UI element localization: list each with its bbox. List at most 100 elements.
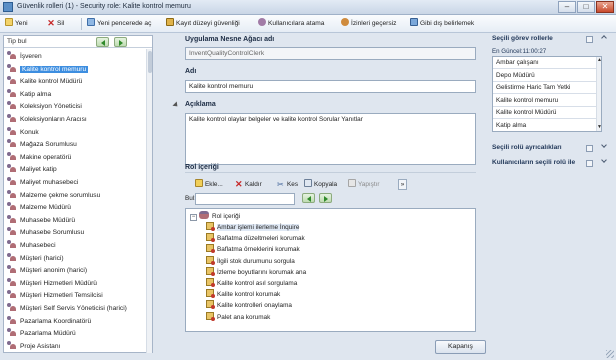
- duty-role-item[interactable]: Depo Müdürü: [493, 70, 596, 82]
- role-list-item[interactable]: İşveren: [7, 51, 144, 61]
- role-list-item[interactable]: Proje Asistanı: [7, 340, 144, 351]
- privilege-icon: [206, 311, 215, 321]
- role-list-item[interactable]: Muhasebeci: [7, 240, 144, 250]
- role-list-item[interactable]: Katip alma: [7, 88, 144, 99]
- collapse-description-icon[interactable]: [172, 101, 180, 109]
- close-window-button[interactable]: ✕: [596, 1, 614, 13]
- set-external-button[interactable]: Gibi dış belirlemek: [410, 18, 474, 30]
- role-list-item[interactable]: Konuk: [7, 126, 144, 137]
- role-list-item[interactable]: Pazarlama Müdürü: [7, 328, 144, 338]
- tree-item[interactable]: Palet ana korumak: [206, 311, 270, 322]
- last-updated-text: En Güncel:11:00:27: [492, 48, 547, 55]
- copy-label: Kopyala: [314, 181, 338, 188]
- paste-button[interactable]: Yapıştır: [348, 179, 380, 190]
- remove-button[interactable]: ✕ Kaldır: [235, 179, 262, 190]
- role-list-item[interactable]: Kalite kontrol Müdürü: [7, 76, 144, 86]
- more-actions-button[interactable]: »: [398, 179, 407, 190]
- duty-role-item[interactable]: Ambar çalışanı: [493, 57, 596, 69]
- find-next-button[interactable]: [319, 193, 332, 203]
- aot-name-field[interactable]: InventQualityControlClerk: [185, 47, 476, 60]
- role-icon: [7, 277, 17, 286]
- chevron-down-icon[interactable]: [601, 157, 607, 163]
- role-content-toolbar: Ekle... ✕ Kaldır ✂ Kes Kopyala Yapıştır »: [185, 178, 476, 191]
- role-icon: [7, 265, 17, 274]
- new-button[interactable]: Yeni: [5, 18, 28, 30]
- scroll-down-icon[interactable]: ▼: [597, 125, 601, 130]
- role-list-item[interactable]: Muhasebe Sorumlusu: [7, 227, 144, 237]
- role-list-item-label: Müşteri Hizmetleri Temsilcisi: [20, 292, 103, 300]
- previous-button[interactable]: [96, 37, 109, 47]
- role-list-item[interactable]: Müşteri anonim (harici): [7, 265, 144, 275]
- panel-options-icon[interactable]: [586, 36, 593, 43]
- duty-role-item[interactable]: Kalite kontrol Müdürü: [493, 107, 596, 119]
- duty-role-item[interactable]: Kalite kontrol memuru: [493, 95, 596, 107]
- tree-root[interactable]: − Rol içeriği: [190, 211, 240, 221]
- role-list-item[interactable]: Mağaza Sorumlusu: [7, 139, 144, 149]
- tree-expander-icon[interactable]: −: [190, 214, 197, 221]
- role-list-scrollbar[interactable]: [146, 49, 152, 353]
- role-icon: [7, 252, 17, 261]
- role-list-item[interactable]: Müşteri Hizmetleri Müdürü: [7, 277, 144, 288]
- duty-list-scrollbar[interactable]: ▲ ▼: [596, 57, 601, 131]
- role-list-item[interactable]: Müşteri (harici): [7, 252, 144, 263]
- name-field[interactable]: Kalite kontrol memuru: [185, 80, 476, 93]
- role-list-item[interactable]: Maliyet katip: [7, 164, 144, 174]
- panel-options-icon[interactable]: [586, 145, 593, 152]
- role-list-item-label: Koleksiyonların Aracısı: [20, 116, 87, 123]
- tree-item[interactable]: İzleme boyutlarını korumak ana: [206, 266, 306, 277]
- tree-item-label: Kalite kontrol asıl sorgulama: [217, 280, 298, 287]
- minimize-button[interactable]: –: [558, 1, 576, 13]
- role-content-section: Rol içeriği Ekle... ✕ Kaldır ✂ Kes Kopyala…: [185, 164, 476, 332]
- tree-item[interactable]: Ambar işlemi ilerleme İnquire: [206, 222, 300, 232]
- find-row: Bul:: [185, 193, 476, 205]
- cut-button[interactable]: ✂ Kes: [277, 179, 298, 190]
- chevron-down-icon[interactable]: [601, 142, 607, 148]
- close-button[interactable]: Kapanış: [435, 340, 486, 354]
- copy-button[interactable]: Kopyala: [304, 179, 337, 190]
- role-list-item[interactable]: Malzeme Müdürü: [7, 202, 144, 212]
- role-list-item[interactable]: Pazarlama Koordinatörü: [7, 315, 144, 326]
- role-icon: [7, 315, 17, 324]
- role-list-item[interactable]: Kalite kontrol memuru: [7, 63, 144, 74]
- privileges-header[interactable]: Seçili rolü ayrıcalıkları: [492, 144, 562, 151]
- tree-item[interactable]: İlgili stok durumunu sorgula: [206, 255, 295, 266]
- find-input[interactable]: [195, 193, 295, 205]
- record-security-button[interactable]: Kayıt düzeyi güvenliği: [166, 18, 240, 30]
- tree-item[interactable]: Kalite kontrol korumak: [206, 289, 280, 299]
- tree-item[interactable]: Kalite kontrol asıl sorgulama: [206, 278, 297, 288]
- maximize-button[interactable]: □: [577, 1, 595, 13]
- toolbar-separator: [81, 18, 82, 30]
- tree-item[interactable]: Kalite kontrolleri onaylama: [206, 300, 292, 310]
- duty-roles-header[interactable]: Seçili görev rollerle: [492, 35, 553, 42]
- role-list-item[interactable]: Müşteri Hizmetleri Temsilcisi: [7, 290, 144, 300]
- role-list-item[interactable]: Maliyet muhasebeci: [7, 177, 144, 187]
- next-button[interactable]: [114, 37, 127, 47]
- description-field[interactable]: Kalite kontrol olaylar belgeler ve kalit…: [185, 113, 476, 165]
- add-button[interactable]: Ekle...: [195, 179, 223, 190]
- role-list-item[interactable]: Koleksiyonların Aracısı: [7, 114, 144, 124]
- duty-role-item[interactable]: Gelistirme Haric Tam Yetki: [493, 82, 596, 94]
- scroll-up-icon[interactable]: ▲: [597, 58, 601, 63]
- panel-options-icon[interactable]: [586, 160, 593, 167]
- scissors-icon: ✂: [277, 180, 284, 189]
- arrow-right-icon: [324, 196, 328, 202]
- role-list-item[interactable]: Müşteri Self Servis Yöneticisi (harici): [7, 303, 144, 313]
- revoke-permissions-button[interactable]: İzinleri geçersiz: [341, 18, 396, 30]
- find-previous-button[interactable]: [302, 193, 315, 203]
- assign-users-button[interactable]: Kullanıcılara atama: [258, 18, 324, 30]
- resize-grip[interactable]: [606, 350, 614, 358]
- role-list-item[interactable]: Makine operatörü: [7, 151, 144, 162]
- tree-item[interactable]: Baflatma örneklerini korumak: [206, 244, 300, 254]
- duty-role-item[interactable]: Katip alma: [493, 120, 596, 131]
- delete-button[interactable]: ✕ Sil: [47, 18, 64, 30]
- role-list-item[interactable]: Muhasebe Müdürü: [7, 214, 144, 225]
- users-header[interactable]: Kullanıcıların seçili rolü ile: [492, 159, 575, 166]
- role-list-item[interactable]: Koleksiyon Yöneticisi: [7, 101, 144, 111]
- privilege-icon: [206, 233, 215, 243]
- role-search-input[interactable]: Tip bul: [7, 38, 27, 45]
- tree-item[interactable]: Baflatma düzeltmeleri korumak: [206, 233, 305, 243]
- scrollbar-thumb[interactable]: [148, 51, 152, 73]
- chevron-up-icon[interactable]: [601, 35, 607, 41]
- role-list-item[interactable]: Malzeme çekme sorumlusu: [7, 189, 144, 200]
- open-new-window-button[interactable]: Yeni pencerede aç: [87, 18, 151, 30]
